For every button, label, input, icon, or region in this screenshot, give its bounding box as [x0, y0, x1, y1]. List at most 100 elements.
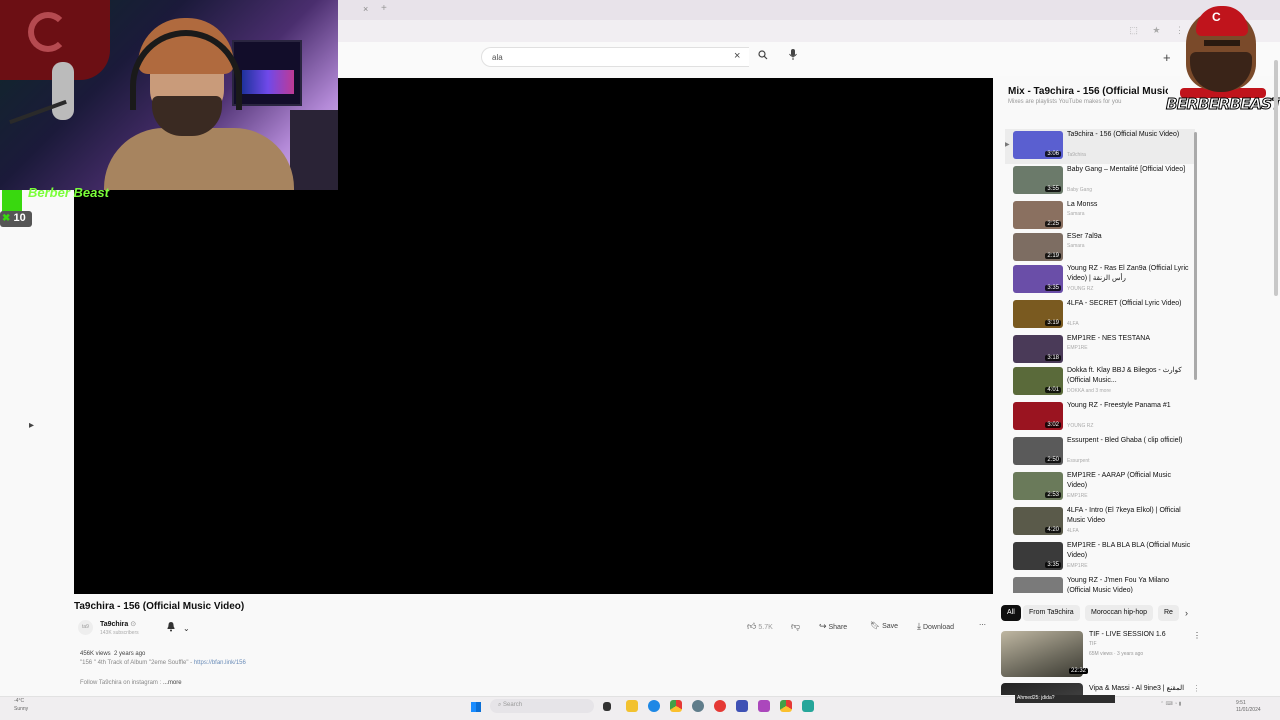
app-icon-2[interactable]: [758, 700, 770, 712]
rec-title[interactable]: Vipa & Massi - Al 9ine3 | المقنع: [1089, 684, 1184, 692]
search-icon[interactable]: [752, 47, 774, 67]
mix-item[interactable]: 2:53 EMP1RE - AARAP (Official Music Video…: [1005, 470, 1195, 505]
mix-item-channel[interactable]: EMP1RE: [1067, 493, 1088, 499]
mix-thumbnail[interactable]: 3:35: [1013, 265, 1063, 293]
mix-item-title[interactable]: La Monss: [1067, 200, 1191, 210]
mix-thumbnail[interactable]: 4:01: [1013, 367, 1063, 395]
recommendation-item[interactable]: Vipa & Massi - Al 9ine3 | المقنع ⋮: [1001, 683, 1197, 695]
playlist-scrollbar[interactable]: [1194, 132, 1197, 380]
mic-icon[interactable]: [789, 49, 797, 63]
channel-name-text[interactable]: Ta9chira: [100, 621, 128, 628]
mix-thumbnail[interactable]: [1013, 577, 1063, 593]
mail-icon[interactable]: [736, 700, 748, 712]
mix-item[interactable]: 3:19 4LFA - SECRET (Official Lyric Video)…: [1005, 298, 1195, 333]
mix-item[interactable]: 3:02 Young RZ - Freestyle Panama #1 YOUNG …: [1005, 400, 1195, 435]
mix-item-title[interactable]: Dokka ft. Klay BBJ & Bilegos - كوارث (Of…: [1067, 366, 1191, 386]
mix-thumbnail[interactable]: 2:25: [1013, 201, 1063, 229]
mix-item-channel[interactable]: EMP1RE: [1067, 563, 1088, 569]
mix-item[interactable]: 2:25 La Monss Samara: [1005, 199, 1195, 234]
mix-item[interactable]: 3:35 Young RZ - Ras El Zan9a (Official Ly…: [1005, 263, 1195, 298]
more-link[interactable]: ...more: [163, 680, 182, 686]
taskbar-clock[interactable]: 9:51 11/01/2024: [1236, 700, 1261, 714]
mix-item[interactable]: 4:01 Dokka ft. Klay BBJ & Bilegos - كوارث…: [1005, 365, 1195, 400]
mix-item-channel[interactable]: YOUNG RZ: [1067, 423, 1093, 429]
mix-item[interactable]: 4:20 4LFA - Intro (El 7keya Elkol) | Offi…: [1005, 505, 1195, 540]
mix-thumbnail[interactable]: 2:50: [1013, 437, 1063, 465]
mix-item-title[interactable]: 4LFA - Intro (El 7keya Elkol) | Official…: [1067, 506, 1191, 526]
bell-icon[interactable]: [166, 621, 176, 635]
mix-item-title[interactable]: Young RZ - Ras El Zan9a (Official Lyric …: [1067, 264, 1191, 284]
mix-item-channel[interactable]: EMP1RE: [1067, 345, 1088, 351]
mix-item-title[interactable]: EMP1RE - NES TESTANA: [1067, 334, 1191, 344]
mix-item-channel[interactable]: Essurpent: [1067, 458, 1090, 464]
chevron-down-icon[interactable]: ⌄: [183, 624, 190, 633]
page-scrollbar[interactable]: [1274, 60, 1278, 296]
chevron-right-icon[interactable]: ›: [1185, 608, 1188, 618]
system-tray[interactable]: ⌃ ⌨ ◔ ▮: [1160, 701, 1181, 707]
channel-name[interactable]: Ta9chira ⊙: [100, 620, 136, 628]
mix-item[interactable]: 3:35 EMP1RE - BLA BLA BLA (Official Music…: [1005, 540, 1195, 575]
weather-widget[interactable]: -4°C Sunny: [14, 697, 28, 713]
mix-item-title[interactable]: 4LFA - SECRET (Official Lyric Video): [1067, 299, 1191, 309]
video-description[interactable]: 456K views 2 years ago "156 " 4th Track …: [80, 650, 380, 688]
mix-item-title[interactable]: Ta9chira - 156 (Official Music Video): [1067, 130, 1191, 140]
rec-title[interactable]: TIF - LIVE SESSION 1.6: [1089, 631, 1166, 638]
mix-item-title[interactable]: ESer 7al9a: [1067, 232, 1191, 242]
mix-item-title[interactable]: EMP1RE - BLA BLA BLA (Official Music Vid…: [1067, 541, 1191, 561]
dislike-button[interactable]: 👎︎: [791, 621, 800, 632]
mix-item-title[interactable]: Young RZ - Freestyle Panama #1: [1067, 401, 1191, 411]
rec-channel[interactable]: TIF: [1089, 641, 1097, 647]
chip-from-channel[interactable]: From Ta9chira: [1023, 605, 1080, 621]
like-button[interactable]: 👍︎ 5.7K: [747, 621, 773, 632]
mix-item-title[interactable]: Baby Gang – Mentalité [Official Video]: [1067, 165, 1191, 175]
mix-thumbnail[interactable]: 3:19: [1013, 300, 1063, 328]
mix-item[interactable]: 3:55 Baby Gang – Mentalité [Official Vide…: [1005, 164, 1195, 199]
app-icon-3[interactable]: [802, 700, 814, 712]
download-button[interactable]: ⤓ Download: [917, 621, 954, 632]
desc-link[interactable]: https://bfan.link/156: [194, 660, 246, 666]
mix-item-channel[interactable]: Samara: [1067, 211, 1085, 217]
taskbar-search[interactable]: ⌕ Search: [490, 699, 594, 713]
chip-moroccan-hip-hop[interactable]: Moroccan hip-hop: [1085, 605, 1154, 621]
clear-search-icon[interactable]: ×: [734, 50, 740, 62]
new-tab-button[interactable]: +: [381, 3, 387, 14]
mix-item-channel[interactable]: Samara: [1067, 243, 1085, 249]
kebab-menu-icon[interactable]: ⋮: [1193, 631, 1201, 640]
mix-thumbnail[interactable]: 2:19: [1013, 233, 1063, 261]
share-button[interactable]: ↪ Share: [819, 621, 847, 632]
mix-item-channel[interactable]: 4LFA: [1067, 321, 1079, 327]
app-icon[interactable]: [714, 700, 726, 712]
mix-title[interactable]: Mix - Ta9chira - 156 (Official Music...: [1008, 86, 1168, 97]
mix-item[interactable]: Young RZ - J'men Fou Ya Milano (Official…: [1005, 575, 1195, 593]
channel-avatar[interactable]: ta9: [78, 620, 93, 635]
mix-item-channel[interactable]: Baby Gang: [1067, 187, 1092, 193]
chip-all[interactable]: All: [1001, 605, 1021, 621]
mix-item[interactable]: 2:50 Essurpent - Bled Ghaba ( clip offici…: [1005, 435, 1195, 470]
windows-start-icon[interactable]: [471, 702, 481, 712]
tab-close-icon[interactable]: ×: [363, 4, 368, 14]
create-plus-icon[interactable]: +: [1163, 50, 1171, 65]
mix-item[interactable]: 3:18 EMP1RE - NES TESTANA EMP1RE: [1005, 333, 1195, 368]
mix-item-channel[interactable]: 4LFA: [1067, 528, 1079, 534]
taskbar-app-icon[interactable]: [603, 702, 611, 711]
chrome-icon[interactable]: [670, 700, 682, 712]
mix-item[interactable]: ▶ 3:06 Ta9chira - 156 (Official Music Vide…: [1005, 129, 1195, 164]
mix-item[interactable]: 2:19 ESer 7al9a Samara: [1005, 231, 1195, 266]
mix-thumbnail[interactable]: 3:02: [1013, 402, 1063, 430]
save-button[interactable]: 🔖︎ Save: [870, 621, 898, 630]
search-input[interactable]: ala: [481, 47, 749, 67]
extension-icons[interactable]: ⬚ ★ ⋮: [1129, 25, 1190, 36]
mix-thumbnail[interactable]: 3:06: [1013, 131, 1063, 159]
chip-recent[interactable]: Re: [1158, 605, 1179, 621]
mix-item-title[interactable]: Essurpent - Bled Ghaba ( clip officiel): [1067, 436, 1191, 446]
kebab-menu-icon[interactable]: ⋮: [1193, 684, 1197, 693]
rec-thumbnail[interactable]: [1001, 683, 1083, 695]
obs-icon[interactable]: [692, 700, 704, 712]
recommendation-item[interactable]: 22:32 TIF - LIVE SESSION 1.6 TIF 65M vie…: [1001, 631, 1201, 679]
mix-item-channel[interactable]: DOKKA and 3 more: [1067, 388, 1111, 394]
mix-item-channel[interactable]: Ta9chira: [1067, 152, 1086, 158]
mix-item-title[interactable]: Young RZ - J'men Fou Ya Milano (Official…: [1067, 576, 1191, 593]
edge-icon[interactable]: [648, 700, 660, 712]
more-actions-button[interactable]: ⋯: [979, 621, 986, 629]
chrome-icon-2[interactable]: [780, 700, 792, 712]
